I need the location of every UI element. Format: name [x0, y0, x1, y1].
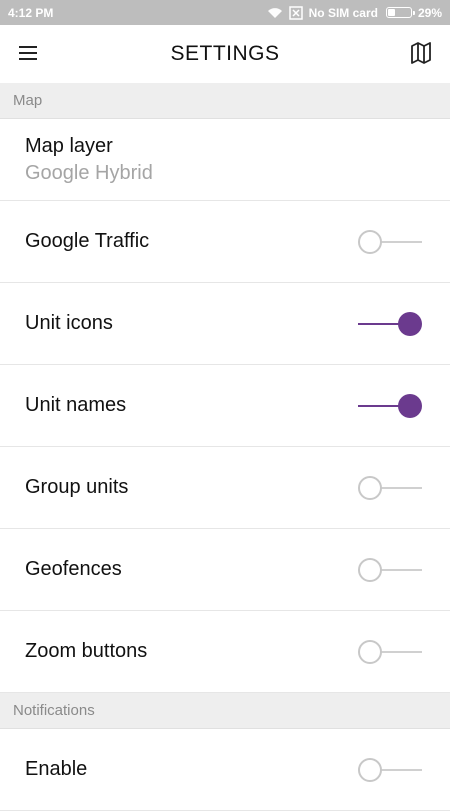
section-header-map: Map [0, 83, 450, 119]
notifications-enable-toggle[interactable] [358, 756, 422, 784]
map-icon[interactable] [410, 41, 432, 65]
google-traffic-setting[interactable]: Google Traffic [0, 201, 450, 283]
geofences-label: Geofences [25, 558, 122, 580]
zoom-buttons-setting[interactable]: Zoom buttons [0, 611, 450, 693]
map-layer-label: Map layer [25, 134, 113, 157]
wifi-icon [267, 7, 282, 18]
battery-percent: 29% [417, 5, 442, 20]
hamburger-icon[interactable] [18, 43, 38, 63]
map-layer-setting[interactable]: Map layer Google Hybrid [0, 119, 450, 201]
group-units-label: Group units [25, 476, 129, 498]
settings-list: Map Map layer Google Hybrid Google Traff… [0, 83, 450, 811]
geofences-setting[interactable]: Geofences [0, 529, 450, 611]
status-indicators: No SIM card 29% [267, 6, 442, 20]
battery-fill [387, 9, 395, 16]
no-sim-icon [288, 5, 303, 20]
group-units-setting[interactable]: Group units [0, 447, 450, 529]
unit-names-setting[interactable]: Unit names [0, 365, 450, 447]
notifications-enable-label: Enable [25, 758, 88, 780]
status-time: 4:12 PM [8, 5, 54, 20]
battery-icon [385, 7, 415, 18]
unit-icons-setting[interactable]: Unit icons [0, 283, 450, 365]
sim-status-text: No SIM card [308, 5, 378, 20]
unit-names-label: Unit names [25, 394, 127, 416]
geofences-toggle[interactable] [358, 556, 422, 584]
page-title: SETTINGS [170, 42, 280, 65]
app-bar: SETTINGS [0, 25, 450, 83]
unit-icons-toggle[interactable] [358, 310, 422, 338]
zoom-buttons-toggle[interactable] [358, 638, 422, 666]
section-header-notifications: Notifications [0, 693, 450, 729]
map-layer-value: Google Hybrid [25, 161, 153, 184]
unit-names-toggle[interactable] [358, 392, 422, 420]
notifications-enable-setting[interactable]: Enable [0, 729, 450, 811]
zoom-buttons-label: Zoom buttons [25, 640, 148, 662]
group-units-toggle[interactable] [358, 474, 422, 502]
status-bar: 4:12 PM No SIM card 29% [0, 0, 450, 25]
google-traffic-label: Google Traffic [25, 230, 150, 252]
unit-icons-label: Unit icons [25, 312, 113, 334]
google-traffic-toggle[interactable] [358, 228, 422, 256]
